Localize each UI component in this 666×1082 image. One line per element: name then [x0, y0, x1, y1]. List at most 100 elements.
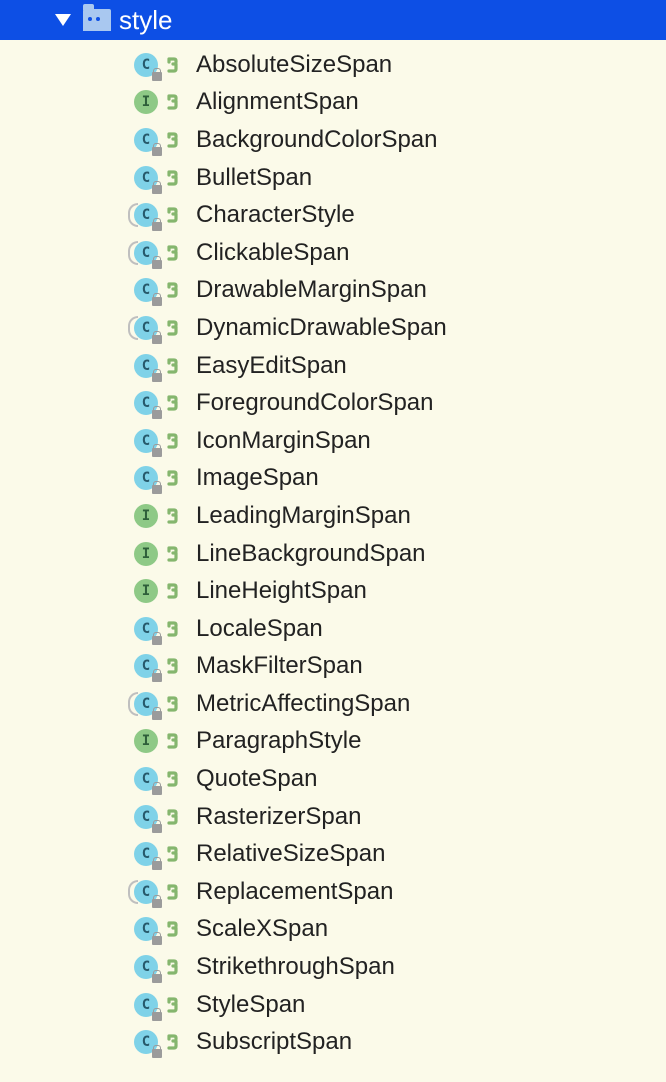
tree-item[interactable]: C RelativeSizeSpan: [0, 835, 666, 873]
expand-collapse-icon[interactable]: [55, 14, 71, 26]
class-name-label: ScaleXSpan: [196, 915, 328, 943]
package-folder-icon: [83, 9, 111, 31]
tree-item[interactable]: ILeadingMarginSpan: [0, 497, 666, 535]
abstract-class-icon: C: [134, 692, 158, 716]
class-name-label: BulletSpan: [196, 164, 312, 192]
tree-item[interactable]: ILineBackgroundSpan: [0, 535, 666, 573]
lock-icon: [152, 786, 162, 795]
abstract-class-icon: C: [134, 203, 158, 227]
class-icon: C: [134, 53, 158, 77]
class-icon: C: [134, 654, 158, 678]
lock-icon: [152, 899, 162, 908]
class-name-label: QuoteSpan: [196, 765, 317, 793]
interface-icon: I: [134, 90, 158, 114]
class-name-label: RelativeSizeSpan: [196, 840, 385, 868]
class-icon: C: [134, 391, 158, 415]
library-link-icon: [166, 921, 182, 937]
tree-item[interactable]: CScaleXSpan: [0, 911, 666, 949]
tree-item[interactable]: C StyleSpan: [0, 986, 666, 1024]
tree-item[interactable]: C SubscriptSpan: [0, 1023, 666, 1061]
lock-icon: [152, 260, 162, 269]
lock-icon: [152, 185, 162, 194]
class-name-label: AbsoluteSizeSpan: [196, 51, 392, 79]
lock-icon: [152, 1049, 162, 1058]
library-link-icon: [166, 94, 182, 110]
abstract-class-icon: C: [134, 241, 158, 265]
library-link-icon: [166, 132, 182, 148]
tree-item[interactable]: C EasyEditSpan: [0, 347, 666, 385]
library-link-icon: [166, 583, 182, 599]
library-link-icon: [166, 696, 182, 712]
package-name: style: [119, 5, 172, 36]
class-name-label: SubscriptSpan: [196, 1028, 352, 1056]
tree-item[interactable]: CStrikethroughSpan: [0, 948, 666, 986]
tree-item[interactable]: IParagraphStyle: [0, 723, 666, 761]
class-icon: C: [134, 128, 158, 152]
tree-item[interactable]: CForegroundColorSpan: [0, 384, 666, 422]
lock-icon: [152, 448, 162, 457]
class-icon: C: [134, 466, 158, 490]
class-icon: C: [134, 166, 158, 190]
class-icon: C: [134, 1030, 158, 1054]
lock-icon: [152, 72, 162, 81]
tree-item[interactable]: CQuoteSpan: [0, 760, 666, 798]
class-name-label: LeadingMarginSpan: [196, 502, 411, 530]
tree-item[interactable]: I AlignmentSpan: [0, 84, 666, 122]
lock-icon: [152, 861, 162, 870]
class-name-label: EasyEditSpan: [196, 352, 347, 380]
library-link-icon: [166, 57, 182, 73]
tree-item[interactable]: C BackgroundColorSpan: [0, 121, 666, 159]
lock-icon: [152, 824, 162, 833]
class-name-label: BackgroundColorSpan: [196, 126, 438, 154]
class-tree: C AbsoluteSizeSpan I AlignmentSpan C Backgrou…: [0, 40, 666, 1061]
class-name-label: AlignmentSpan: [196, 88, 359, 116]
library-link-icon: [166, 433, 182, 449]
class-name-label: LineBackgroundSpan: [196, 540, 426, 568]
library-link-icon: [166, 245, 182, 261]
class-icon: C: [134, 842, 158, 866]
lock-icon: [152, 974, 162, 983]
class-name-label: ImageSpan: [196, 464, 319, 492]
tree-item[interactable]: CCharacterStyle: [0, 196, 666, 234]
lock-icon: [152, 636, 162, 645]
class-name-label: MaskFilterSpan: [196, 652, 363, 680]
tree-item[interactable]: C MetricAffectingSpan: [0, 685, 666, 723]
tree-item[interactable]: CReplacementSpan: [0, 873, 666, 911]
tree-item[interactable]: C LocaleSpan: [0, 610, 666, 648]
class-icon: C: [134, 617, 158, 641]
tree-item[interactable]: C IconMarginSpan: [0, 422, 666, 460]
library-link-icon: [166, 1034, 182, 1050]
class-name-label: IconMarginSpan: [196, 427, 371, 455]
tree-item[interactable]: C MaskFilterSpan: [0, 648, 666, 686]
lock-icon: [152, 373, 162, 382]
package-header[interactable]: style: [0, 0, 666, 40]
tree-item[interactable]: CDynamicDrawableSpan: [0, 309, 666, 347]
tree-item[interactable]: C ImageSpan: [0, 460, 666, 498]
tree-item[interactable]: CClickableSpan: [0, 234, 666, 272]
lock-icon: [152, 1012, 162, 1021]
tree-item[interactable]: ILineHeightSpan: [0, 572, 666, 610]
class-name-label: MetricAffectingSpan: [196, 690, 410, 718]
library-link-icon: [166, 997, 182, 1013]
class-icon: C: [134, 354, 158, 378]
library-link-icon: [166, 846, 182, 862]
library-link-icon: [166, 546, 182, 562]
class-icon: C: [134, 993, 158, 1017]
lock-icon: [152, 297, 162, 306]
tree-item[interactable]: C AbsoluteSizeSpan: [0, 46, 666, 84]
class-icon: C: [134, 805, 158, 829]
class-name-label: LineHeightSpan: [196, 577, 367, 605]
library-link-icon: [166, 508, 182, 524]
class-icon: C: [134, 429, 158, 453]
lock-icon: [152, 222, 162, 231]
tree-item[interactable]: CRasterizerSpan: [0, 798, 666, 836]
library-link-icon: [166, 170, 182, 186]
lock-icon: [152, 485, 162, 494]
class-name-label: LocaleSpan: [196, 615, 323, 643]
class-name-label: StyleSpan: [196, 991, 305, 1019]
library-link-icon: [166, 658, 182, 674]
tree-item[interactable]: C BulletSpan: [0, 159, 666, 197]
tree-item[interactable]: CDrawableMarginSpan: [0, 272, 666, 310]
library-link-icon: [166, 809, 182, 825]
class-name-label: ReplacementSpan: [196, 878, 393, 906]
